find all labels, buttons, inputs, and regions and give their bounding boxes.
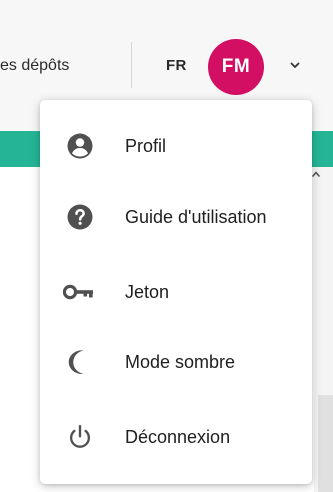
- nav-link-deposits[interactable]: es dépôts: [0, 55, 69, 77]
- account-circle-icon: [62, 128, 98, 164]
- menu-item-dark-mode[interactable]: Mode sombre: [40, 334, 312, 390]
- user-menu-dropdown: Profil Guide d'utilisation Jeton Mode so…: [40, 100, 312, 484]
- page-scroll-area: [318, 395, 333, 492]
- moon-icon: [62, 344, 98, 380]
- power-icon: [62, 419, 98, 455]
- menu-item-label: Guide d'utilisation: [125, 207, 267, 227]
- menu-item-profile[interactable]: Profil: [40, 118, 312, 174]
- menu-item-token[interactable]: Jeton: [40, 264, 312, 320]
- menu-item-label: Mode sombre: [125, 352, 236, 372]
- key-icon: [62, 274, 98, 310]
- menu-item-user-guide[interactable]: Guide d'utilisation: [40, 189, 312, 245]
- language-button[interactable]: FR: [166, 55, 187, 77]
- menu-item-label: Profil: [125, 136, 167, 156]
- menu-item-label: Jeton: [125, 282, 170, 302]
- help-circle-icon: [62, 199, 98, 235]
- header-divider: [131, 42, 132, 88]
- avatar-initials: FM: [221, 56, 251, 77]
- chevron-up-icon[interactable]: [311, 169, 321, 179]
- user-avatar[interactable]: FM: [208, 39, 264, 95]
- menu-item-label: Déconnexion: [125, 427, 231, 447]
- menu-item-logout[interactable]: Déconnexion: [40, 409, 312, 465]
- chevron-down-icon[interactable]: [289, 59, 301, 71]
